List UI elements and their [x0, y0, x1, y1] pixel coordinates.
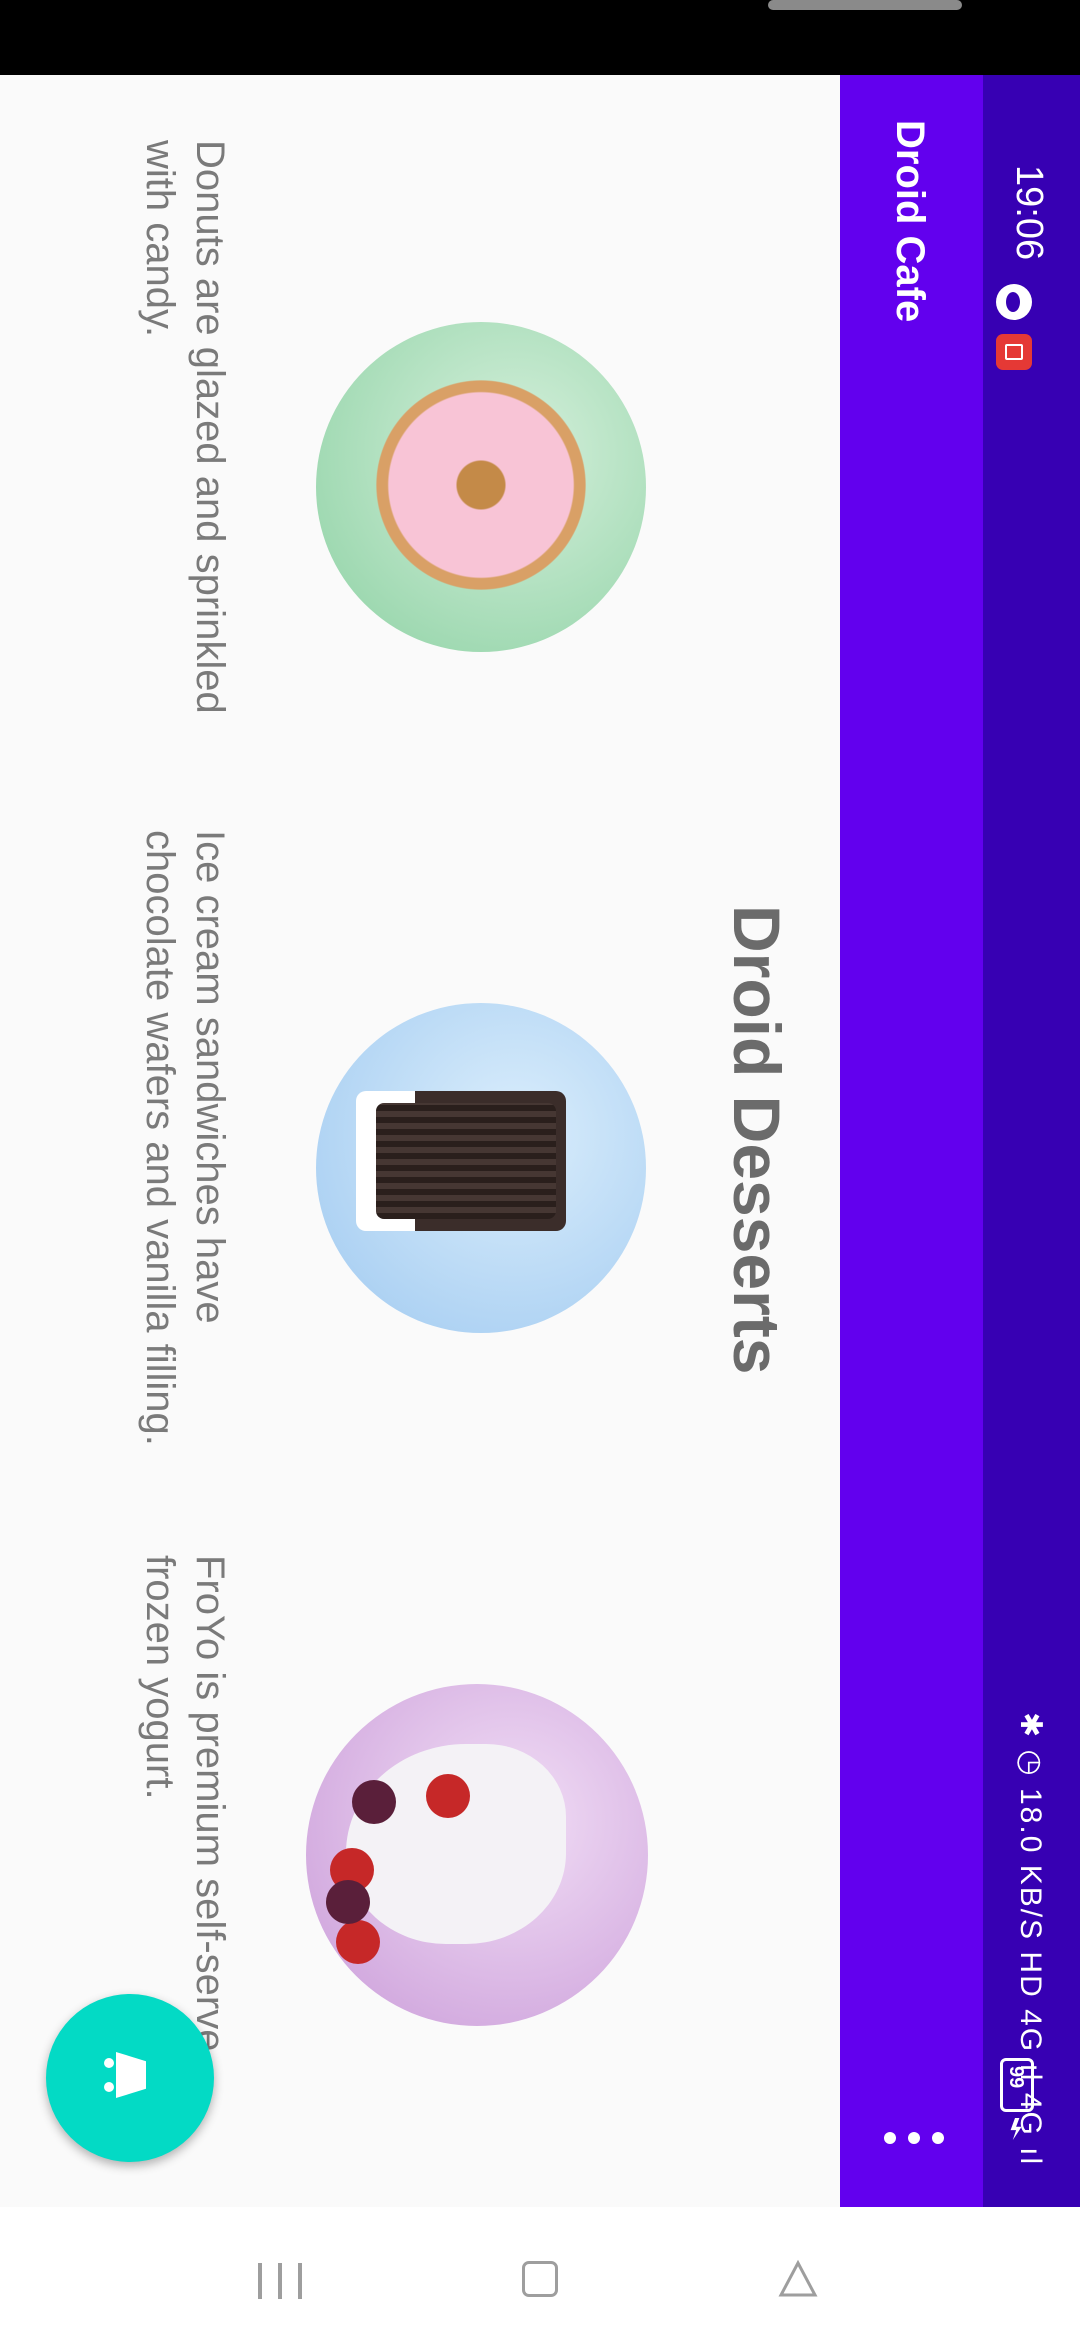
shopping-cart-fab[interactable] — [46, 1994, 214, 2162]
donut-icon — [376, 380, 586, 590]
navigation-bar — [0, 2207, 1080, 2340]
ice-cream-sandwich-description: Ice cream sandwiches have chocolate wafe… — [138, 830, 232, 1446]
donut-description: Donuts are glazed and sprinkled with can… — [138, 140, 232, 714]
froyo-image[interactable] — [306, 1684, 648, 2026]
ice-cream-sandwich-icon — [356, 1091, 566, 1231]
back-icon[interactable] — [778, 2259, 818, 2299]
home-icon[interactable] — [522, 2261, 558, 2297]
screen: 19:06 ✱ ◷ 18.0 KB/S HD 4G ıl 4G ıl 99 Dr… — [0, 0, 1080, 2340]
globe-icon — [996, 284, 1032, 320]
more-vert-icon[interactable] — [884, 2128, 944, 2148]
top-strip — [0, 0, 1080, 75]
drag-handle — [768, 0, 962, 10]
notification-icon — [996, 334, 1032, 370]
app-title: Droid Cafe — [888, 120, 932, 323]
froyo-icon — [346, 1744, 566, 1944]
battery-level: 99 — [1005, 2066, 1027, 2089]
ice-cream-sandwich-image[interactable] — [316, 1003, 646, 1333]
donut-image[interactable] — [316, 322, 646, 652]
app-bar — [840, 75, 983, 2207]
status-time: 19:06 — [1008, 165, 1050, 261]
page-title: Droid Desserts — [720, 905, 794, 1375]
recent-apps-icon[interactable] — [258, 2263, 304, 2299]
shopping-cart-icon — [102, 2042, 158, 2108]
